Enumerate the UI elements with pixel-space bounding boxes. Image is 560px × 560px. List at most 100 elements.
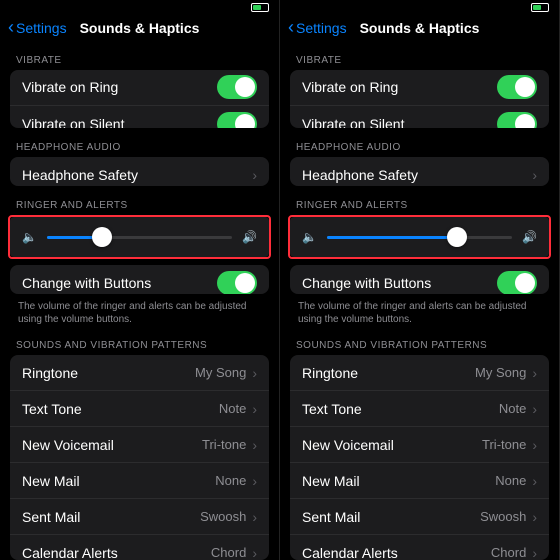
group-ringer-slider: 🔈 🔊 — [290, 217, 549, 257]
row-detail: Note — [219, 401, 246, 416]
group-vibrate: Vibrate on Ring Vibrate on Silent — [290, 70, 549, 128]
toggle-vibrate-silent[interactable] — [497, 112, 537, 128]
group-headphone: Headphone Safety › — [290, 157, 549, 186]
back-label: Settings — [16, 20, 67, 36]
group-patterns: Ringtone My Song › Text Tone Note › New … — [10, 355, 269, 560]
row-sound-4[interactable]: Sent Mail Swoosh › — [290, 499, 549, 535]
chevron-right-icon: › — [252, 401, 257, 417]
row-change-buttons[interactable]: Change with Buttons — [10, 265, 269, 294]
ringer-slider-row[interactable]: 🔈 🔊 — [10, 217, 269, 257]
row-label: Sent Mail — [22, 509, 200, 525]
toggle-change-buttons[interactable] — [217, 271, 257, 294]
chevron-right-icon: › — [532, 509, 537, 525]
nav-bar: ‹ Settings Sounds & Haptics — [0, 15, 279, 41]
row-detail: My Song — [475, 365, 526, 380]
chevron-right-icon: › — [252, 473, 257, 489]
speaker-high-icon: 🔊 — [242, 230, 257, 244]
row-label: Change with Buttons — [302, 275, 497, 291]
row-detail: Tri-tone — [202, 437, 246, 452]
ringer-footnote: The volume of the ringer and alerts can … — [0, 294, 279, 326]
row-sound-2[interactable]: New Voicemail Tri-tone › — [290, 427, 549, 463]
row-sound-1[interactable]: Text Tone Note › — [10, 391, 269, 427]
chevron-right-icon: › — [532, 401, 537, 417]
group-headphone: Headphone Safety › — [10, 157, 269, 186]
row-label: Vibrate on Silent — [22, 116, 217, 128]
row-sound-5[interactable]: Calendar Alerts Chord › — [10, 535, 269, 560]
group-vibrate: Vibrate on Ring Vibrate on Silent — [10, 70, 269, 128]
chevron-right-icon: › — [252, 167, 257, 183]
row-sound-2[interactable]: New Voicemail Tri-tone › — [10, 427, 269, 463]
chevron-right-icon: › — [252, 437, 257, 453]
row-label: Change with Buttons — [22, 275, 217, 291]
pane-left: ‹ Settings Sounds & Haptics VIBRATE Vibr… — [0, 0, 280, 560]
row-sound-5[interactable]: Calendar Alerts Chord › — [290, 535, 549, 560]
speaker-low-icon: 🔈 — [22, 230, 37, 244]
row-label: Text Tone — [302, 401, 499, 417]
row-label: Calendar Alerts — [302, 545, 491, 560]
speaker-high-icon: 🔊 — [522, 230, 537, 244]
chevron-left-icon: ‹ — [288, 17, 294, 38]
highlight-box: 🔈 🔊 — [288, 215, 551, 259]
row-label: Headphone Safety — [22, 167, 252, 183]
highlight-box: 🔈 🔊 — [8, 215, 271, 259]
row-vibrate-silent[interactable]: Vibrate on Silent — [10, 106, 269, 128]
back-label: Settings — [296, 20, 347, 36]
row-sound-3[interactable]: New Mail None › — [290, 463, 549, 499]
toggle-vibrate-silent[interactable] — [217, 112, 257, 128]
row-headphone-safety[interactable]: Headphone Safety › — [10, 157, 269, 186]
section-header-ringer: RINGER AND ALERTS — [280, 186, 559, 215]
nav-bar: ‹ Settings Sounds & Haptics — [280, 15, 559, 41]
row-vibrate-silent[interactable]: Vibrate on Silent — [290, 106, 549, 128]
row-label: Ringtone — [302, 365, 475, 381]
row-detail: None — [495, 473, 526, 488]
toggle-vibrate-ring[interactable] — [217, 75, 257, 99]
section-header-ringer: RINGER AND ALERTS — [0, 186, 279, 215]
row-label: Text Tone — [22, 401, 219, 417]
row-sound-3[interactable]: New Mail None › — [10, 463, 269, 499]
chevron-left-icon: ‹ — [8, 17, 14, 38]
chevron-right-icon: › — [532, 365, 537, 381]
pane-right: ‹ Settings Sounds & Haptics VIBRATE Vibr… — [280, 0, 560, 560]
row-label: Ringtone — [22, 365, 195, 381]
ringer-slider[interactable] — [47, 236, 232, 239]
section-header-headphone: HEADPHONE AUDIO — [0, 128, 279, 157]
row-label: Calendar Alerts — [22, 545, 211, 560]
group-patterns: Ringtone My Song › Text Tone Note › New … — [290, 355, 549, 560]
section-header-vibrate: VIBRATE — [0, 41, 279, 70]
row-label: Vibrate on Ring — [302, 79, 497, 95]
row-label: Headphone Safety — [302, 167, 532, 183]
row-detail: Tri-tone — [482, 437, 526, 452]
chevron-right-icon: › — [252, 365, 257, 381]
row-sound-0[interactable]: Ringtone My Song › — [290, 355, 549, 391]
row-headphone-safety[interactable]: Headphone Safety › — [290, 157, 549, 186]
row-vibrate-ring[interactable]: Vibrate on Ring — [290, 70, 549, 106]
battery-indicator — [251, 3, 269, 12]
chevron-right-icon: › — [252, 509, 257, 525]
row-change-buttons[interactable]: Change with Buttons — [290, 265, 549, 294]
chevron-right-icon: › — [532, 437, 537, 453]
row-detail: None — [215, 473, 246, 488]
chevron-right-icon: › — [532, 545, 537, 560]
row-detail: Note — [499, 401, 526, 416]
toggle-vibrate-ring[interactable] — [497, 75, 537, 99]
row-sound-4[interactable]: Sent Mail Swoosh › — [10, 499, 269, 535]
row-sound-0[interactable]: Ringtone My Song › — [10, 355, 269, 391]
ringer-slider-row[interactable]: 🔈 🔊 — [290, 217, 549, 257]
row-label: New Voicemail — [302, 437, 482, 453]
status-bar — [280, 0, 559, 15]
back-button[interactable]: ‹ Settings — [8, 17, 67, 38]
section-header-patterns: SOUNDS AND VIBRATION PATTERNS — [280, 326, 559, 355]
toggle-change-buttons[interactable] — [497, 271, 537, 294]
row-vibrate-ring[interactable]: Vibrate on Ring — [10, 70, 269, 106]
back-button[interactable]: ‹ Settings — [288, 17, 347, 38]
group-ringer-slider: 🔈 🔊 — [10, 217, 269, 257]
row-detail: Chord — [211, 545, 246, 560]
row-label: Sent Mail — [302, 509, 480, 525]
ringer-slider[interactable] — [327, 236, 512, 239]
row-detail: My Song — [195, 365, 246, 380]
chevron-right-icon: › — [532, 473, 537, 489]
section-header-vibrate: VIBRATE — [280, 41, 559, 70]
row-label: New Voicemail — [22, 437, 202, 453]
section-header-patterns: SOUNDS AND VIBRATION PATTERNS — [0, 326, 279, 355]
row-sound-1[interactable]: Text Tone Note › — [290, 391, 549, 427]
